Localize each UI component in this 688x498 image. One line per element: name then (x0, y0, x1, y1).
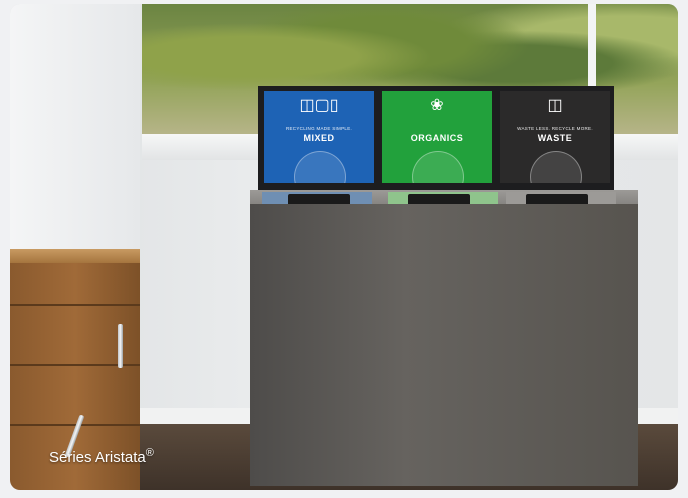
image-frame: ◫▢▯ RECYCLING MADE SIMPLE. MIXED ❀ ORGAN… (0, 0, 688, 498)
cabinet-top (10, 249, 140, 263)
sign-tagline: WASTE LESS. RECYCLE MORE. (517, 126, 593, 131)
trash-can-icon: ◫ (547, 97, 563, 114)
bin-signboard: ◫▢▯ RECYCLING MADE SIMPLE. MIXED ❀ ORGAN… (258, 86, 614, 192)
sign-name: ORGANICS (410, 133, 464, 143)
globe-graphic (530, 151, 582, 183)
drawer-handle (118, 324, 123, 368)
sign-organics: ❀ ORGANICS (382, 91, 492, 183)
globe-graphic (294, 151, 346, 183)
sign-name: MIXED (303, 133, 335, 143)
globe-graphic (412, 151, 464, 183)
sign-tagline: RECYCLING MADE SIMPLE. (285, 126, 353, 131)
registered-mark: ® (145, 447, 154, 459)
sign-name: WASTE (537, 133, 573, 143)
apple-core-icon: ❀ (430, 97, 444, 114)
bottle-paper-can-icon: ◫▢▯ (299, 97, 339, 114)
product-photo: ◫▢▯ RECYCLING MADE SIMPLE. MIXED ❀ ORGAN… (10, 4, 678, 490)
sign-waste: ◫ WASTE LESS. RECYCLE MORE. WASTE (500, 91, 610, 183)
caption-text: Séries Aristata (49, 449, 146, 466)
product-caption: Séries Aristata® (49, 447, 154, 466)
drawer-seam (10, 304, 140, 306)
sign-mixed: ◫▢▯ RECYCLING MADE SIMPLE. MIXED (264, 91, 374, 183)
recycling-bin-body (250, 204, 638, 486)
